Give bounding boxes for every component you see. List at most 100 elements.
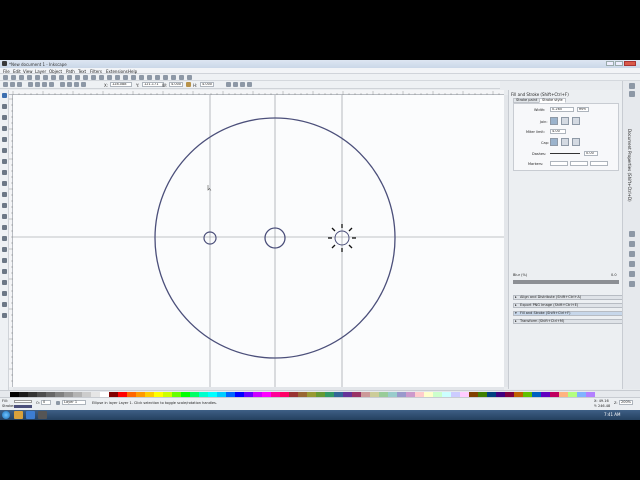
docked-transform[interactable]: ▸ Transform (Shift+Ctrl+M): [513, 319, 623, 324]
undo-icon[interactable]: [51, 75, 56, 80]
rotate-cw-icon[interactable]: [35, 82, 40, 87]
tweak-tool-icon[interactable]: [2, 115, 7, 120]
mid-marker-select[interactable]: [570, 161, 588, 166]
docked-align-and-distribute[interactable]: ▸ Align and Distribute (Shift+Ctrl+A): [513, 295, 623, 300]
connector-tool-icon[interactable]: [2, 313, 7, 318]
move-patterns-icon[interactable]: [247, 82, 252, 87]
tab-document-properties[interactable]: Document Properties (Shift+Ctrl+D): [627, 129, 632, 202]
rectangle-tool-icon[interactable]: [2, 148, 7, 153]
new-icon[interactable]: [3, 75, 8, 80]
3d-box-tool-icon[interactable]: [2, 159, 7, 164]
drawing-canvas[interactable]: [13, 95, 504, 387]
export-icon[interactable]: [43, 75, 48, 80]
eraser-tool-icon[interactable]: [2, 258, 7, 263]
ellipse-tool-icon[interactable]: [2, 170, 7, 175]
paste-icon[interactable]: [83, 75, 88, 80]
star-tool-icon[interactable]: [2, 181, 7, 186]
spray-tool-icon[interactable]: [2, 247, 7, 252]
snap-paths-icon[interactable]: [629, 241, 635, 247]
cut-icon[interactable]: [75, 75, 80, 80]
y-field[interactable]: 121.171: [142, 82, 164, 87]
move-gradients-icon[interactable]: [240, 82, 245, 87]
stroke-indicator[interactable]: [14, 405, 32, 408]
unlink-clone-icon[interactable]: [131, 75, 136, 80]
redo-icon[interactable]: [59, 75, 64, 80]
inkscape-taskbar-icon[interactable]: [38, 411, 47, 419]
zoom-tool-icon[interactable]: [2, 126, 7, 131]
zoom-page-icon[interactable]: [107, 75, 112, 80]
scale-corners-icon[interactable]: [233, 82, 238, 87]
end-marker-select[interactable]: [590, 161, 608, 166]
docked-export-png[interactable]: ▸ Export PNG Image (Shift+Ctrl+E): [513, 303, 623, 308]
opacity-field[interactable]: 0: [41, 400, 51, 405]
lower-icon[interactable]: [74, 82, 79, 87]
stroke-width-field[interactable]: 0.265: [550, 107, 574, 112]
lock-ratio-icon[interactable]: [186, 82, 191, 87]
cap-square-button[interactable]: [572, 138, 580, 146]
lower-to-bottom-icon[interactable]: [81, 82, 86, 87]
node-tool-icon[interactable]: [2, 104, 7, 109]
bucket-tool-icon[interactable]: [2, 269, 7, 274]
browser-taskbar-icon[interactable]: [26, 411, 35, 419]
group-icon[interactable]: [139, 75, 144, 80]
cap-butt-button[interactable]: [550, 138, 558, 146]
join-miter-button[interactable]: [550, 117, 558, 125]
snap-toggle-icon[interactable]: [629, 83, 635, 89]
snap-bbox-icon[interactable]: [629, 91, 635, 97]
dash-offset-field[interactable]: 0.00: [584, 151, 598, 156]
zoom-drawing-icon[interactable]: [99, 75, 104, 80]
select-all-icon[interactable]: [3, 82, 8, 87]
mesh-tool-icon[interactable]: [2, 291, 7, 296]
layer-visibility-icon[interactable]: [56, 401, 60, 405]
import-icon[interactable]: [35, 75, 40, 80]
save-icon[interactable]: [19, 75, 24, 80]
join-bevel-button[interactable]: [572, 117, 580, 125]
preferences-icon[interactable]: [187, 75, 192, 80]
h-field[interactable]: 4.000: [200, 82, 214, 87]
explorer-taskbar-icon[interactable]: [14, 411, 23, 419]
text-tool-icon[interactable]: [2, 236, 7, 241]
ungroup-icon[interactable]: [147, 75, 152, 80]
snap-grids-icon[interactable]: [629, 281, 635, 287]
blur-slider[interactable]: [513, 280, 619, 284]
docked-fill-and-stroke[interactable]: ▾ Fill and Stroke (Shift+Ctrl+F): [513, 311, 623, 316]
close-button[interactable]: [624, 61, 636, 66]
snap-intersections-icon[interactable]: [629, 251, 635, 257]
w-field[interactable]: 4.000: [169, 82, 183, 87]
dash-pattern-preview[interactable]: [550, 153, 580, 154]
minimize-button[interactable]: [606, 61, 614, 66]
scale-stroke-icon[interactable]: [226, 82, 231, 87]
open-icon[interactable]: [11, 75, 16, 80]
zoom-selection-icon[interactable]: [91, 75, 96, 80]
select-all-layers-icon[interactable]: [10, 82, 15, 87]
start-button[interactable]: [2, 411, 10, 419]
snap-guides-icon[interactable]: [629, 271, 635, 277]
miter-limit-field[interactable]: 4.00: [550, 129, 566, 134]
x-field[interactable]: 128.088: [110, 82, 132, 87]
start-marker-select[interactable]: [550, 161, 568, 166]
flip-horizontal-icon[interactable]: [42, 82, 47, 87]
snap-centers-icon[interactable]: [629, 261, 635, 267]
maximize-button[interactable]: [615, 61, 623, 66]
selector-tool-icon[interactable]: [2, 93, 7, 98]
join-round-button[interactable]: [561, 117, 569, 125]
gradient-tool-icon[interactable]: [2, 280, 7, 285]
layer-select[interactable]: Layer 1: [62, 400, 86, 405]
dropper-tool-icon[interactable]: [2, 302, 7, 307]
cap-round-button[interactable]: [561, 138, 569, 146]
snap-nodes-icon[interactable]: [629, 231, 635, 237]
flip-vertical-icon[interactable]: [49, 82, 54, 87]
clone-icon[interactable]: [123, 75, 128, 80]
align-icon[interactable]: [179, 75, 184, 80]
fill-indicator[interactable]: [14, 400, 32, 403]
zoom-field[interactable]: 200%: [619, 400, 633, 405]
text-font-icon[interactable]: [163, 75, 168, 80]
deselect-icon[interactable]: [17, 82, 22, 87]
pencil-tool-icon[interactable]: [2, 203, 7, 208]
raise-icon[interactable]: [67, 82, 72, 87]
duplicate-icon[interactable]: [115, 75, 120, 80]
spiral-tool-icon[interactable]: [2, 192, 7, 197]
print-icon[interactable]: [27, 75, 32, 80]
measure-tool-icon[interactable]: [2, 137, 7, 142]
fill-stroke-icon[interactable]: [155, 75, 160, 80]
